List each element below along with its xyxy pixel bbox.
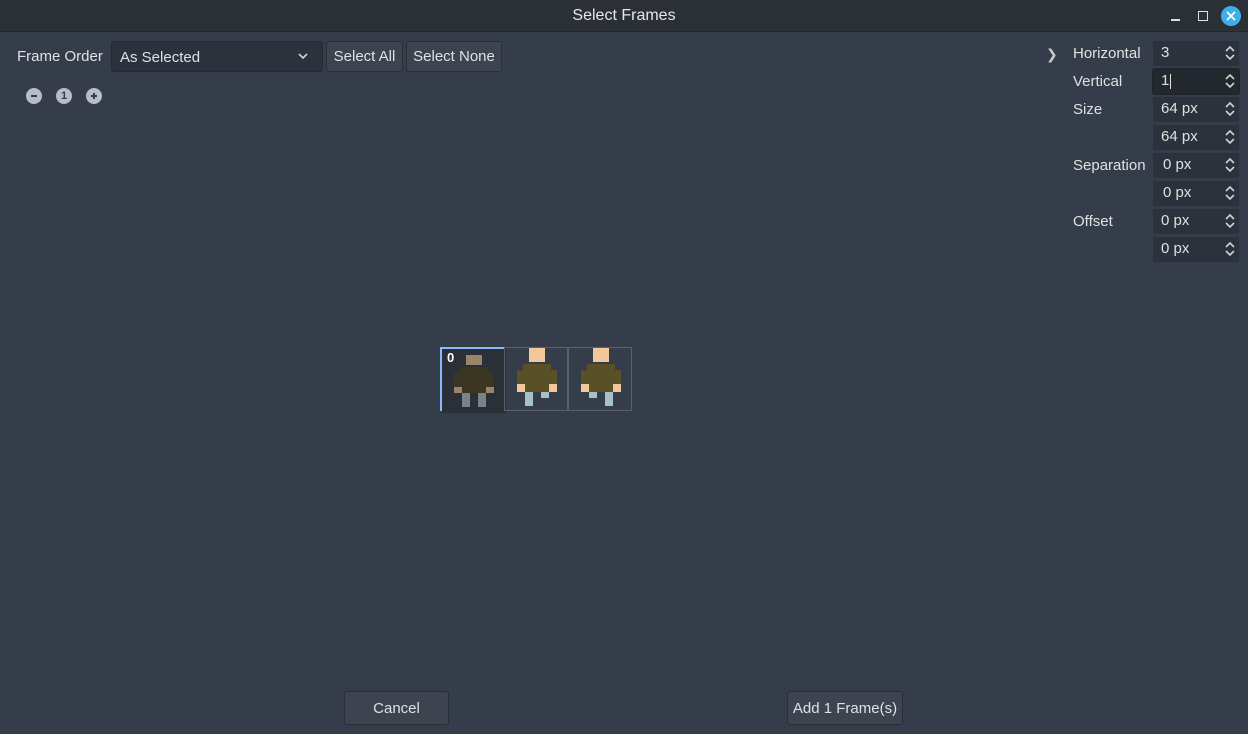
separation-y-value: 0 px <box>1163 184 1192 201</box>
title-bar: Select Frames <box>0 0 1248 32</box>
sprite-image <box>581 348 621 406</box>
frame-cell[interactable]: 0 <box>440 347 506 413</box>
spin-arrows-icon[interactable] <box>1224 184 1236 202</box>
size-y-spinbox[interactable]: 64 px <box>1153 125 1239 150</box>
select-none-button[interactable]: Select None <box>406 41 502 72</box>
separation-x-value: 0 px <box>1163 156 1192 173</box>
zoom-reset-button[interactable]: 1 <box>56 88 72 104</box>
sprite-image <box>517 348 557 406</box>
frame-order-value: As Selected <box>120 49 201 66</box>
horizontal-value: 3 <box>1161 44 1170 61</box>
offset-x-value: 0 px <box>1161 212 1190 229</box>
text-cursor <box>1170 73 1172 89</box>
spin-arrows-icon[interactable] <box>1224 44 1236 62</box>
zoom-in-icon[interactable] <box>86 88 102 104</box>
window-title: Select Frames <box>572 7 676 24</box>
collapse-settings-icon[interactable]: ❯ <box>1046 46 1058 63</box>
offset-y-spinbox[interactable]: 0 px <box>1153 237 1239 262</box>
offset-x-spinbox[interactable]: 0 px <box>1153 209 1239 234</box>
select-all-button[interactable]: Select All <box>326 41 403 72</box>
spin-arrows-icon[interactable] <box>1224 72 1236 90</box>
offset-y-value: 0 px <box>1161 240 1190 257</box>
frame-order-select[interactable]: As Selected <box>111 41 323 72</box>
vertical-label: Vertical <box>1073 73 1123 90</box>
spin-arrows-icon[interactable] <box>1224 128 1236 146</box>
add-frames-button[interactable]: Add 1 Frame(s) <box>787 691 903 725</box>
offset-label: Offset <box>1073 213 1113 230</box>
horizontal-label: Horizontal <box>1073 45 1141 62</box>
minimize-icon[interactable] <box>1166 7 1184 25</box>
frame-cell[interactable] <box>568 347 632 411</box>
size-label: Size <box>1073 101 1103 118</box>
vertical-value: 1 <box>1161 72 1170 89</box>
frame-index-label: 0 <box>447 350 455 365</box>
vertical-spinbox[interactable]: 1 <box>1152 68 1240 95</box>
size-x-spinbox[interactable]: 64 px <box>1153 97 1239 122</box>
cancel-button[interactable]: Cancel <box>344 691 449 725</box>
spin-arrows-icon[interactable] <box>1224 156 1236 174</box>
frame-order-label: Frame Order <box>17 48 103 65</box>
separation-x-spinbox[interactable]: 0 px <box>1153 153 1239 178</box>
spin-arrows-icon[interactable] <box>1224 240 1236 258</box>
separation-y-spinbox[interactable]: 0 px <box>1153 181 1239 206</box>
frame-cell[interactable] <box>504 347 568 411</box>
separation-label: Separation <box>1073 157 1146 174</box>
close-icon[interactable] <box>1221 6 1241 26</box>
size-x-value: 64 px <box>1161 100 1198 117</box>
frame-grid: 0 <box>440 347 632 413</box>
size-y-value: 64 px <box>1161 128 1198 145</box>
spin-arrows-icon[interactable] <box>1224 100 1236 118</box>
spin-arrows-icon[interactable] <box>1224 212 1236 230</box>
chevron-down-icon <box>298 53 308 60</box>
maximize-icon[interactable] <box>1194 7 1212 25</box>
horizontal-spinbox[interactable]: 3 <box>1153 41 1239 66</box>
zoom-out-icon[interactable] <box>26 88 42 104</box>
